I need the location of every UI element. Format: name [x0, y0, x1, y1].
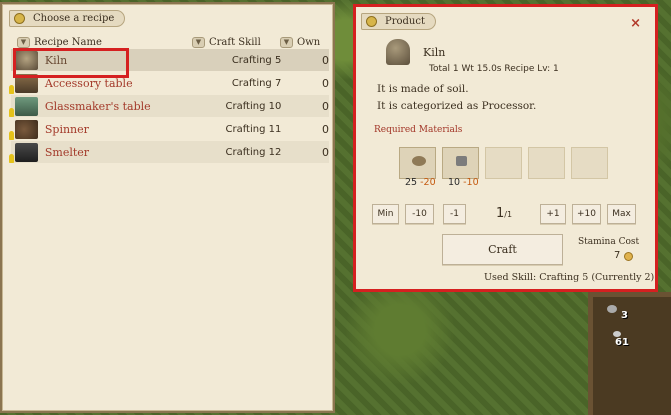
column-craft-skill-label: Craft Skill: [209, 37, 261, 48]
product-description-1: It is made of soil.: [377, 83, 469, 95]
soil-icon: [412, 156, 426, 166]
required-materials-title: Required Materials: [374, 125, 463, 135]
material-required: -10: [463, 177, 479, 188]
recipe-panel-tab: Choose a recipe: [9, 10, 126, 27]
recipe-row-glassmakers-table[interactable]: Glassmaker's table Crafting 10 0: [9, 95, 329, 117]
material-slot-empty: [571, 147, 608, 179]
material-slot-stone[interactable]: [442, 147, 479, 179]
max-button[interactable]: Max: [607, 204, 636, 224]
material-have: 10: [448, 177, 461, 188]
recipe-own: 0: [322, 99, 329, 113]
plus-1-button[interactable]: +1: [540, 204, 566, 224]
material-count-soil: 25 -20: [405, 177, 436, 188]
recipe-own: 0: [322, 145, 329, 159]
recipe-list-panel: Choose a recipe ▼ Recipe Name ▼ Craft Sk…: [2, 4, 333, 411]
smelter-icon: [15, 142, 38, 162]
sort-arrow-icon[interactable]: ▼: [280, 37, 293, 48]
recipe-row-spinner[interactable]: Spinner Crafting 11 0: [9, 118, 329, 140]
material-required: -20: [420, 177, 436, 188]
material-slot-empty: [528, 147, 565, 179]
glassmakers-table-icon: [15, 96, 38, 116]
column-header-own[interactable]: ▼ Own: [280, 36, 324, 50]
product-name: Kiln: [423, 46, 446, 59]
product-panel-title: Product: [385, 16, 425, 27]
stamina-cost-value: 7: [614, 250, 621, 261]
recipe-name: Smelter: [44, 145, 90, 159]
stone-item-icon: [607, 305, 617, 313]
sort-arrow-icon[interactable]: ▼: [192, 37, 205, 48]
min-button[interactable]: Min: [372, 204, 399, 224]
stone-count: 3: [621, 310, 628, 321]
craft-button[interactable]: Craft: [442, 234, 563, 265]
recipe-tab-icon: [14, 13, 25, 24]
recipe-skill: Crafting 7: [231, 77, 282, 89]
recipe-name: Glassmaker's table: [44, 99, 151, 113]
sort-arrow-icon[interactable]: ▼: [17, 37, 30, 48]
recipe-own: 0: [322, 122, 329, 136]
recipe-skill: Crafting 10: [225, 100, 282, 112]
lightbulb-icon: [9, 85, 14, 94]
column-recipe-name-label: Recipe Name: [34, 37, 102, 48]
product-description-2: It is categorized as Processor.: [377, 100, 537, 112]
material-have: 25: [405, 177, 418, 188]
spinner-icon: [15, 119, 38, 139]
kiln-product-icon: [386, 39, 410, 65]
plus-10-button[interactable]: +10: [572, 204, 601, 224]
used-skill-text: Used Skill: Crafting 5 (Currently 2): [484, 272, 655, 283]
minus-10-button[interactable]: -10: [405, 204, 434, 224]
column-header-craft-skill[interactable]: ▼ Craft Skill: [192, 36, 262, 50]
lightbulb-icon: [9, 131, 14, 140]
minus-1-button[interactable]: -1: [443, 204, 466, 224]
recipe-name: Accessory table: [44, 76, 133, 90]
recipe-row-smelter[interactable]: Smelter Crafting 12 0: [9, 141, 329, 163]
recipe-own: 0: [322, 53, 329, 67]
quantity-display: 1/1: [496, 206, 512, 221]
recipe-own: 0: [322, 76, 329, 90]
column-own-label: Own: [297, 37, 321, 48]
stamina-cost-label: Stamina Cost: [578, 237, 640, 247]
ore-count: 61: [615, 337, 629, 348]
stamina-icon: [624, 252, 633, 261]
product-tab-icon: [366, 16, 377, 27]
product-meta: Total 1 Wt 15.0s Recipe Lv: 1: [429, 64, 559, 74]
selected-recipe-highlight: [13, 48, 129, 78]
product-panel-tab: Product: [361, 13, 436, 30]
material-slot-soil[interactable]: [399, 147, 436, 179]
recipe-skill: Crafting 5: [231, 54, 282, 66]
recipe-name: Spinner: [44, 122, 89, 136]
material-slot-empty: [485, 147, 522, 179]
stone-icon: [456, 156, 467, 166]
recipe-panel-title: Choose a recipe: [33, 13, 115, 24]
quantity-max: /1: [504, 210, 513, 219]
lightbulb-icon: [9, 108, 14, 117]
material-count-stone: 10 -10: [448, 177, 479, 188]
inventory-tile: 3 61: [588, 292, 671, 415]
recipe-skill: Crafting 11: [225, 123, 282, 135]
lightbulb-icon: [9, 154, 14, 163]
recipe-skill: Crafting 12: [225, 146, 282, 158]
close-icon[interactable]: ×: [630, 16, 641, 31]
product-panel: Product × Kiln Total 1 Wt 15.0s Recipe L…: [353, 4, 658, 292]
